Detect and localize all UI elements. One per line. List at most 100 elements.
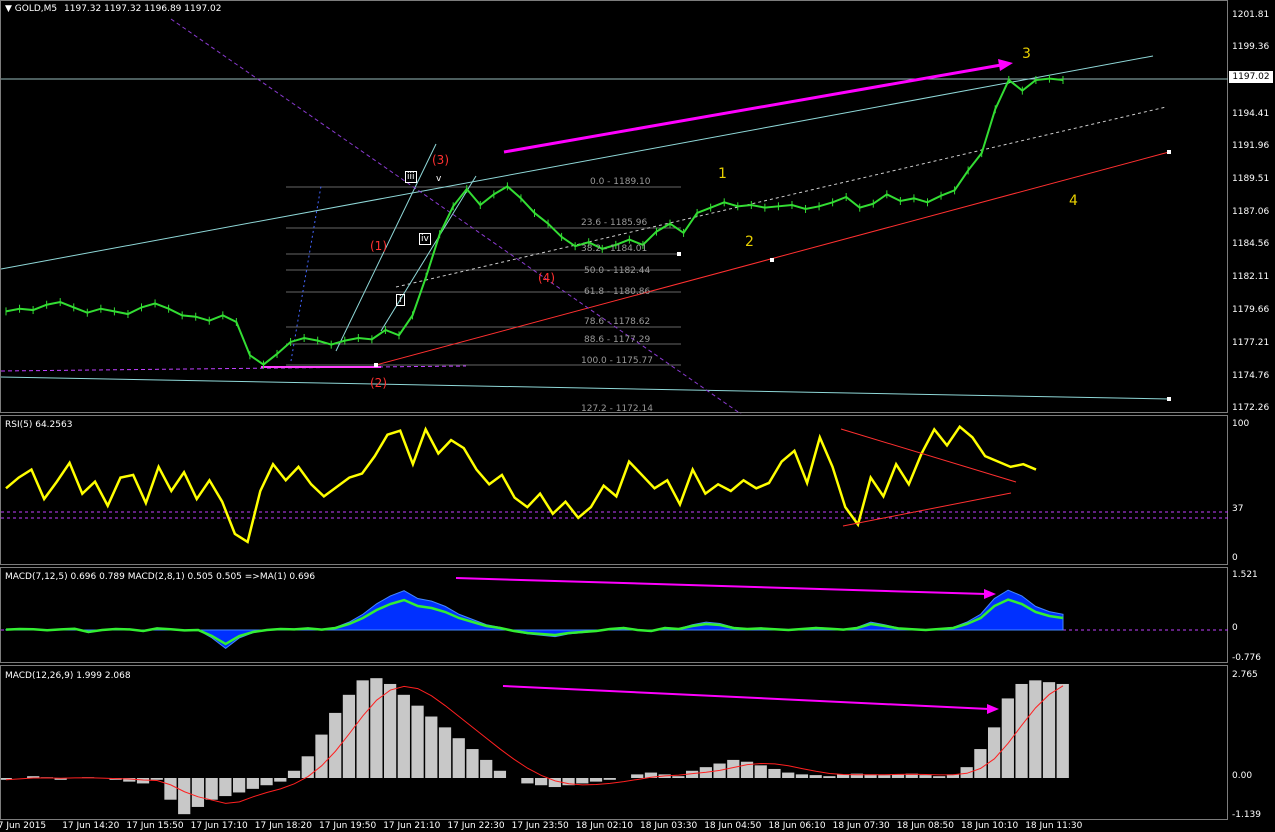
- macd-fast-title: MACD(7,12,5) 0.696 0.789 MACD(2,8,1) 0.5…: [5, 572, 316, 582]
- macd-slow-bar: [589, 778, 603, 782]
- rsi-scale: 100 37 0: [1228, 415, 1275, 565]
- price-pane[interactable]: ▼ GOLD,M5 1197.32 1197.32 1196.89 1197.0…: [0, 0, 1229, 414]
- macd-fast-tick: 1.521: [1232, 570, 1258, 580]
- macd-slow-bar: [1029, 680, 1042, 778]
- time-label: 17 Jun 17:10: [190, 821, 248, 831]
- wave-yellow-4: 4: [1069, 193, 1078, 209]
- time-label: 17 Jun 18:20: [254, 821, 312, 831]
- macd-slow-pane[interactable]: MACD(12,26,9) 1.999 2.068: [0, 665, 1228, 820]
- diagonal-dashed: [170, 18, 742, 414]
- macd-fast-chart: [1, 577, 1229, 649]
- anchor-point: [770, 258, 774, 262]
- macd-fast-tick: -0.776: [1232, 653, 1262, 663]
- fib-level-0: 0.0 - 1189.10: [590, 177, 651, 187]
- fib-level-88: 88.6 - 1177.29: [584, 335, 651, 345]
- macd-slow-bar: [672, 776, 685, 778]
- macd-slow-bar: [988, 727, 1001, 778]
- macd-slow-bar: [1042, 682, 1056, 778]
- macd-slow-bar: [960, 767, 973, 778]
- macd-slow-bar: [233, 778, 246, 793]
- time-label: 17 Jun 2015: [0, 821, 47, 831]
- macd-slow-bar: [164, 778, 177, 800]
- macd-slow-bar: [809, 775, 822, 778]
- macd-slow-bar: [933, 776, 946, 778]
- price-tick: 1189.51: [1232, 174, 1270, 184]
- wave-red-3: (3): [432, 153, 449, 167]
- price-tick: 1194.41: [1232, 109, 1270, 119]
- price-tick: 1179.66: [1232, 305, 1270, 315]
- channel-dotted: [395, 106, 1167, 288]
- macd-slow-arrow-line: [502, 685, 990, 710]
- macd-fast-arrow-line: [455, 577, 987, 595]
- time-label: 17 Jun 15:50: [126, 821, 184, 831]
- anchor-point: [1167, 150, 1171, 154]
- wave-red-1: (1): [370, 239, 387, 253]
- price-tick: 1177.21: [1232, 338, 1270, 348]
- macd-slow-bar: [782, 772, 795, 778]
- support-dashed: [1, 365, 467, 372]
- macd-slow-bar: [919, 775, 932, 778]
- rsi-tick: 37: [1232, 504, 1244, 514]
- fib-level-61: 61.8 - 1180.86: [584, 287, 651, 297]
- macd-slow-bar: [397, 694, 410, 778]
- fib-level-127: 127.2 - 1172.14: [581, 404, 653, 414]
- wave-red-4: (4): [538, 271, 555, 285]
- macd-slow-bar: [480, 759, 493, 778]
- macd-slow-bar: [603, 778, 616, 780]
- fib-level-100: 100.0 - 1175.77: [581, 356, 653, 366]
- price-series: [5, 77, 1064, 366]
- macd-fast-line: [5, 598, 1064, 646]
- rsi-chart: [1, 424, 1229, 544]
- rsi-tick: 100: [1232, 419, 1250, 429]
- channel-upper: [1, 55, 1154, 270]
- macd-slow-tick: 0.00: [1232, 771, 1253, 781]
- macd-slow-bar: [878, 775, 891, 778]
- macd-slow-bar: [205, 778, 218, 800]
- wave-white-v: v: [436, 174, 442, 184]
- macd-slow-bar: [425, 716, 438, 778]
- time-label: 18 Jun 08:50: [896, 821, 954, 831]
- price-tick: 1172.26: [1232, 403, 1270, 413]
- ohlc-values: 1197.32 1197.32 1196.89 1197.02: [64, 4, 222, 14]
- price-tick: 1191.96: [1232, 141, 1270, 151]
- macd-slow-bar: [178, 778, 191, 815]
- dropdown-icon[interactable]: ▼: [5, 4, 12, 14]
- macd-slow-bar: [150, 778, 163, 780]
- macd-slow-bar: [384, 683, 397, 778]
- macd-slow-bar: [1056, 683, 1069, 778]
- macd-slow-bar: [342, 694, 356, 778]
- price-tick: 1187.06: [1232, 207, 1270, 217]
- wave-yellow-3: 3: [1022, 46, 1031, 62]
- macd-slow-bar: [795, 774, 809, 778]
- macd-slow-tick: -1.139: [1232, 810, 1262, 820]
- macd-slow-bar: [219, 778, 232, 797]
- macd-fast-pane[interactable]: MACD(7,12,5) 0.696 0.789 MACD(2,8,1) 0.5…: [0, 567, 1229, 663]
- current-price-box: 1197.02: [1229, 71, 1273, 83]
- time-label: 18 Jun 03:30: [640, 821, 698, 831]
- time-label: 17 Jun 14:20: [62, 821, 120, 831]
- rsi-line: [5, 424, 1037, 544]
- macd-slow-chart: [1, 678, 1069, 815]
- wave-white-iii: iii: [405, 171, 417, 183]
- macd-slow-bar: [191, 778, 205, 807]
- macd-slow-title: MACD(12,26,9) 1.999 2.068: [5, 671, 131, 681]
- macd-slow-bar: [274, 778, 287, 782]
- macd-slow-bar: [521, 778, 534, 784]
- time-label: 18 Jun 04:50: [704, 821, 762, 831]
- rsi-triangle-lower: [842, 492, 1012, 527]
- time-label: 18 Jun 06:10: [768, 821, 826, 831]
- anchor-point: [1167, 397, 1171, 401]
- price-tick: 1184.56: [1232, 239, 1270, 249]
- macd-slow-bar: [754, 765, 767, 778]
- macd-slow-bar: [136, 778, 150, 784]
- wave-yellow-1: 1: [718, 166, 727, 182]
- macd-slow-bar: [301, 756, 314, 778]
- macd-slow-bar: [535, 778, 548, 786]
- rsi-pane[interactable]: RSI(5) 64.2563: [0, 415, 1229, 565]
- macd-slow-bar: [315, 734, 328, 778]
- time-label: 18 Jun 10:10: [961, 821, 1019, 831]
- macd-slow-bar: [287, 770, 301, 778]
- fib-level-50: 50.0 - 1182.44: [584, 266, 651, 276]
- anchor-point: [677, 252, 681, 256]
- rsi-tick: 0: [1232, 553, 1238, 563]
